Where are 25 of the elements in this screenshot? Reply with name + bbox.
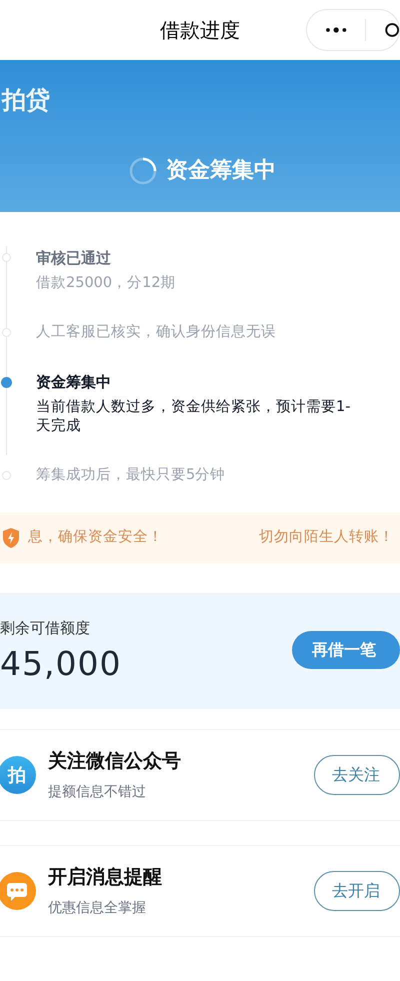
step-description: 当前借款人数过多，资金供给紧张，预计需要1- 天完成 — [36, 398, 352, 436]
card-action-button[interactable]: 去关注 — [314, 755, 400, 795]
loading-spinner-icon — [128, 156, 158, 186]
credit-amount: 45,000 — [0, 643, 122, 685]
credit-label: 剩余可借额度 — [0, 618, 90, 639]
page-title: 借款进度 — [160, 17, 240, 44]
card-title: 关注微信公众号 — [48, 749, 181, 774]
brand-icon: 拍 — [0, 756, 36, 794]
step-title: 审核已通过 — [36, 248, 112, 268]
status-heading: 资金筹集中 — [166, 157, 276, 185]
card-subtitle: 优惠信息全掌握 — [48, 898, 147, 918]
step-description: 人工客服已核实，确认身份信息无误 — [36, 323, 277, 342]
card-title: 开启消息提醒 — [48, 865, 162, 890]
borrow-again-button[interactable]: 再借一笔 — [292, 631, 400, 669]
more-icon[interactable] — [325, 26, 348, 34]
card-action-button[interactable]: 去开启 — [314, 871, 400, 911]
step-description: 筹集成功后，最快只要5分钟 — [36, 466, 226, 485]
notice-text: 息，确保资金安全！ — [28, 528, 163, 548]
capsule-menu[interactable] — [306, 9, 400, 51]
step-description: 借款25000，分12期 — [36, 274, 177, 293]
brand-logo: 拍贷 — [2, 85, 51, 116]
notice-text: 切勿向陌生人转账！ — [259, 528, 394, 548]
card-subtitle: 提额信息不错过 — [48, 782, 147, 802]
step-title: 资金筹集中 — [36, 372, 112, 392]
shield-icon — [2, 527, 20, 549]
